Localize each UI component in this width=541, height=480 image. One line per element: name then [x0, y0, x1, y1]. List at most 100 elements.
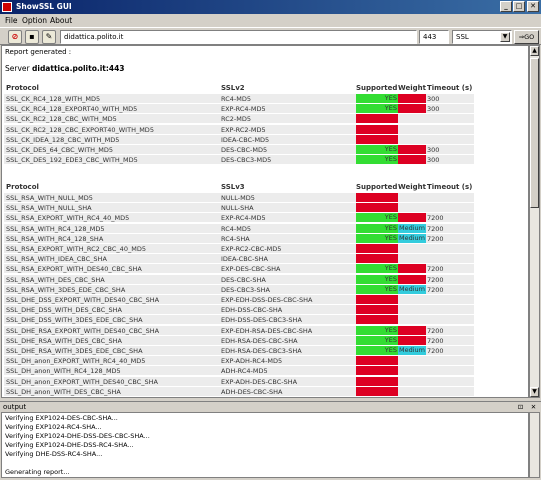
supported-cell [356, 376, 398, 386]
header-version: SSLv2 [221, 84, 245, 92]
port-input[interactable]: 443 [419, 30, 449, 44]
supported-cell [356, 114, 398, 124]
supported-cell: YES [356, 335, 398, 345]
supported-cell [356, 295, 398, 304]
weight-cell [398, 264, 426, 274]
server-line: Server didattica.polito.it:443 [5, 64, 125, 73]
protocol-name: SSL_CK_RC2_128_CBC_WITH_MD5 [6, 115, 117, 124]
close-button[interactable]: ✕ [527, 1, 539, 12]
protocol-name: SSL_DHE_RSA_WITH_3DES_EDE_CBC_SHA [6, 347, 143, 355]
menu-option[interactable]: Option [22, 16, 47, 25]
protocol-select[interactable]: SSL ▼ [452, 30, 512, 44]
protocol-name: SSL_CK_DES_64_CBC_WITH_MD5 [6, 146, 114, 154]
chevron-down-icon[interactable]: ▼ [500, 32, 510, 42]
header-supported: Supported [356, 183, 398, 191]
header-timeout: Timeout (s) [427, 183, 473, 191]
cipher-name: EXP-RC4-MD5 [221, 105, 266, 114]
weight-cell: Medium [398, 346, 426, 355]
table-row: SSL_CK_RC2_128_CBC_EXPORT40_WITH_MD5 EXP-… [4, 124, 474, 135]
supported-cell: YES [356, 325, 398, 335]
timeout-cell: 7200 [427, 224, 444, 233]
table-row: SSL_DHE_DSS_WITH_3DES_EDE_CBC_SHA EDH-DSS… [4, 315, 474, 325]
title-bar: ShowSSL GUI _ □ ✕ [0, 0, 541, 14]
table-row: SSL_DH_anon_EXPORT_WITH_DES40_CBC_SHA EXP… [4, 376, 474, 387]
supported-cell: YES [356, 155, 398, 165]
table-row: SSL_CK_RC4_128_EXPORT40_WITH_MD5 EXP-RC4-… [4, 104, 474, 114]
menu-bar: File Option About [0, 14, 541, 27]
cipher-name: EDH-RSA-DES-CBC-SHA [221, 336, 298, 345]
cipher-name: EDH-DSS-DES-CBC3-SHA [221, 316, 302, 325]
scroll-down-icon[interactable]: ▼ [530, 387, 539, 397]
table-row: SSL_DH_anon_EXPORT_WITH_RC4_40_MD5 EXP-AD… [4, 356, 474, 366]
cipher-name: RC4-SHA [221, 234, 250, 243]
output-line: Verifying EXP1024-DHE-DSS-DES-CBC-SHA... [5, 432, 150, 440]
protocol-name: SSL_CK_RC4_128_EXPORT40_WITH_MD5 [6, 105, 138, 114]
go-button[interactable]: ⇒GO [514, 30, 539, 44]
maximize-button[interactable]: □ [513, 1, 525, 12]
output-panel-header: output ⊡ ✕ [0, 401, 541, 412]
table-row: SSL_CK_IDEA_128_CBC_WITH_MD5 IDEA-CBC-MD5 [4, 134, 474, 145]
cipher-name: ADH-DES-CBC-SHA [221, 387, 283, 396]
cipher-name: DES-CBC-MD5 [221, 146, 268, 154]
supported-cell [356, 356, 398, 366]
weight-cell [398, 325, 426, 335]
table-row: SSL_RSA_WITH_DES_CBC_SHA DES-CBC-SHA YES 72… [4, 274, 474, 285]
weight-cell [398, 335, 426, 345]
weight-cell [398, 104, 426, 114]
menu-file[interactable]: File [5, 16, 18, 25]
host-input[interactable]: didattica.polito.it [60, 30, 417, 44]
report-pane: Report generated : Server didattica.poli… [1, 45, 529, 398]
cipher-name: EXP-ADH-RC4-MD5 [221, 357, 283, 366]
table-row: SSL_DH_anon_WITH_DES_CBC_SHA ADH-DES-CBC-… [4, 386, 474, 397]
weight-cell: Medium [398, 223, 426, 233]
menu-about[interactable]: About [50, 16, 72, 25]
protocol-name: SSL_RSA_WITH_DES_CBC_SHA [6, 275, 105, 284]
save-icon[interactable]: ▪ [25, 30, 39, 44]
timeout-cell: 7200 [427, 347, 444, 355]
table-row: SSL_RSA_WITH_RC4_128_SHA RC4-SHA YES Medium… [4, 233, 474, 244]
protocol-name: SSL_DHE_RSA_EXPORT_WITH_DES40_CBC_SHA [6, 326, 160, 335]
minimize-button[interactable]: _ [500, 1, 512, 12]
clear-icon[interactable]: ✎ [42, 30, 56, 44]
timeout-cell: 300 [427, 146, 440, 154]
scroll-thumb[interactable] [530, 58, 539, 208]
toolbar: ⊘ ▪ ✎ didattica.polito.it 443 SSL ▼ ⇒GO [0, 27, 541, 45]
stop-icon[interactable]: ⊘ [8, 30, 22, 44]
scroll-up-icon[interactable]: ▲ [530, 46, 539, 56]
cipher-name: RC4-MD5 [221, 224, 251, 233]
supported-cell: YES [356, 233, 398, 243]
close-icon[interactable]: ✕ [529, 403, 538, 411]
table-row: SSL_DH_anon_WITH_RC4_128_MD5 ADH-RC4-MD5 [4, 366, 474, 376]
weight-cell [398, 94, 426, 103]
header-protocol: Protocol [6, 84, 39, 92]
cipher-name: DES-CBC3-MD5 [221, 156, 272, 165]
supported-cell [356, 305, 398, 315]
cipher-name: EXP-ADH-DES-CBC-SHA [221, 377, 298, 386]
table-row: SSL_CK_DES_192_EDE3_CBC_WITH_MD5 DES-CBC3… [4, 155, 474, 165]
timeout-cell: 7200 [427, 326, 444, 335]
table-row: SSL_RSA_WITH_RC4_128_MD5 RC4-MD5 YES Medium… [4, 223, 474, 234]
cipher-name: EXP-RC4-MD5 [221, 214, 266, 223]
app-icon [2, 2, 12, 12]
timeout-cell: 7200 [427, 285, 444, 294]
header-weight: Weight [398, 84, 426, 92]
output-scrollbar[interactable] [529, 412, 540, 478]
timeout-cell: 7200 [427, 234, 444, 243]
supported-cell [356, 193, 398, 202]
report-scrollbar[interactable]: ▲ ▼ [529, 45, 540, 398]
cipher-name: EXP-EDH-RSA-DES-CBC-SHA [221, 326, 313, 335]
table-row: SSL_RSA_EXPORT_WITH_RC4_40_MD5 EXP-RC4-MD… [4, 213, 474, 223]
table-row: SSL_DHE_DSS_WITH_DES_CBC_SHA EDH-DSS-CBC-… [4, 305, 474, 315]
output-line: Verifying DHE-DSS-RC4-SHA... [5, 450, 103, 458]
protocol-name: SSL_DHE_DSS_WITH_3DES_EDE_CBC_SHA [6, 316, 143, 325]
timeout-cell: 300 [427, 95, 440, 103]
supported-cell: YES [356, 104, 398, 114]
protocol-name: SSL_DH_anon_WITH_DES_CBC_SHA [6, 387, 121, 396]
protocol-name: SSL_RSA_EXPORT_WITH_DES40_CBC_SHA [6, 265, 142, 274]
table-row: SSL_RSA_WITH_3DES_EDE_CBC_SHA DES-CBC3-SH… [4, 284, 474, 295]
table-row: SSL_RSA_EXPORT_WITH_RC2_CBC_40_MD5 EXP-RC… [4, 244, 474, 254]
supported-cell: YES [356, 94, 398, 103]
protocol-name: SSL_RSA_WITH_NULL_MD5 [6, 194, 93, 202]
pin-icon[interactable]: ⊡ [516, 403, 525, 411]
timeout-cell: 300 [427, 156, 440, 165]
